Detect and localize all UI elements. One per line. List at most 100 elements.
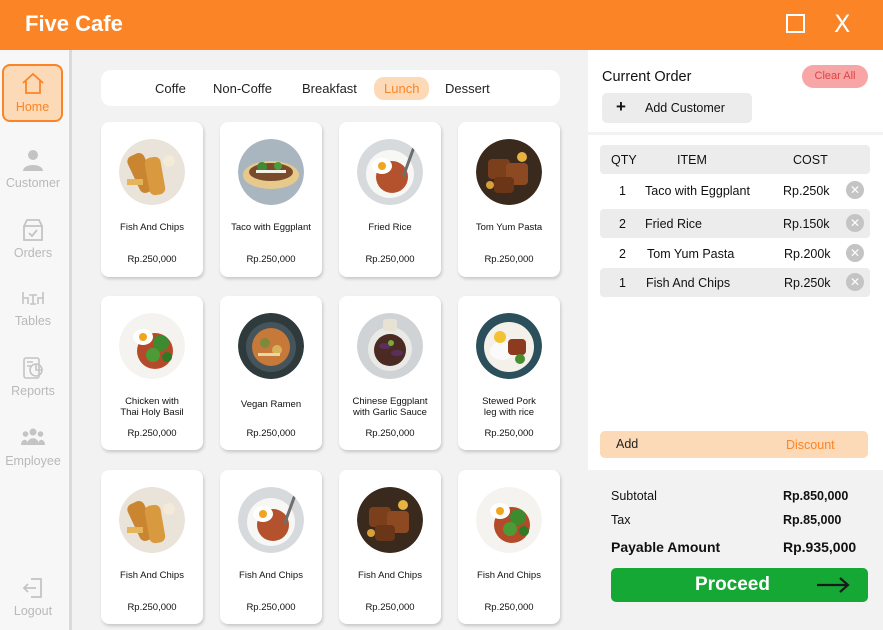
add-discount-bar: Add Discount <box>600 431 868 458</box>
sidebar-item-home[interactable]: Home <box>2 64 63 122</box>
item-name: Fish And Chips <box>477 570 541 581</box>
title-bar: Five Cafe X <box>0 0 883 50</box>
food-image <box>119 313 185 379</box>
sidebar-item-orders[interactable]: Orders <box>0 212 66 272</box>
tab-coffe[interactable]: Coffe <box>145 77 196 100</box>
menu-card[interactable]: Tom Yum Pasta Rp.250,000 <box>458 122 560 277</box>
food-image <box>238 487 304 553</box>
subtotal-value: Rp.850,000 <box>783 489 849 503</box>
order-item: Fried Rice <box>645 217 702 231</box>
food-image <box>476 487 542 553</box>
add-button[interactable]: Add <box>616 437 638 451</box>
remove-item-icon[interactable]: ✕ <box>846 214 864 232</box>
sidebar-item-tables[interactable]: Tables <box>0 280 66 340</box>
remove-item-icon[interactable]: ✕ <box>846 273 864 291</box>
item-price: Rp.250,000 <box>127 602 177 613</box>
tab-lunch[interactable]: Lunch <box>374 77 430 100</box>
add-customer-button[interactable]: + Add Customer <box>602 93 752 123</box>
food-image <box>476 139 542 205</box>
tab-breakfast[interactable]: Breakfast <box>292 77 367 100</box>
plus-icon: + <box>616 97 626 116</box>
menu-card[interactable]: Vegan Ramen Rp.250,000 <box>220 296 322 450</box>
item-name: Taco with Eggplant <box>231 222 311 233</box>
order-qty: 1 <box>619 184 626 198</box>
order-row: 2 Tom Yum Pasta Rp.200k ✕ <box>600 239 870 268</box>
item-name: Fish And Chips <box>120 570 184 581</box>
menu-card[interactable]: Fish And Chips Rp.250,000 <box>101 470 203 624</box>
item-price: Rp.250,000 <box>246 254 296 265</box>
category-tabs: Coffe Non-Coffe Breakfast Lunch Dessert <box>101 70 560 106</box>
item-name: Tom Yum Pasta <box>475 222 543 233</box>
item-name: Fish And Chips <box>358 570 422 581</box>
food-image <box>238 139 304 205</box>
tables-icon <box>22 292 44 305</box>
cost-header: COST <box>793 153 828 167</box>
item-name: Fish And Chips <box>239 570 303 581</box>
sidebar-item-label: Tables <box>14 314 52 328</box>
order-qty: 1 <box>619 276 626 290</box>
tax-value: Rp.85,000 <box>783 513 842 527</box>
user-icon <box>23 150 43 171</box>
menu-card[interactable]: Stewed Pork leg with rice Rp.250,000 <box>458 296 560 450</box>
sidebar-item-label: Reports <box>11 384 55 398</box>
subtotal-label: Subtotal <box>611 489 657 503</box>
menu-card[interactable]: Fish And Chips Rp.250,000 <box>458 470 560 624</box>
tax-label: Tax <box>611 513 631 527</box>
reports-icon <box>23 357 43 379</box>
tab-non-coffe[interactable]: Non-Coffe <box>203 77 282 100</box>
food-image <box>476 313 542 379</box>
sidebar-item-reports[interactable]: Reports <box>0 350 66 410</box>
menu-card[interactable]: Fried Rice Rp.250,000 <box>339 122 441 277</box>
employee-icon <box>21 428 45 445</box>
order-cost: Rp.150k <box>783 217 830 231</box>
logout-icon <box>22 578 42 598</box>
item-price: Rp.250,000 <box>484 428 534 439</box>
sidebar-item-employee[interactable]: Employee <box>0 420 66 480</box>
food-image <box>357 313 423 379</box>
sidebar: Home Customer Orders Tables Reports Empl… <box>0 50 72 630</box>
close-button[interactable]: X <box>834 10 850 38</box>
menu-card[interactable]: Fish And Chips Rp.250,000 <box>101 122 203 277</box>
arrow-right-icon <box>817 577 850 593</box>
menu-card[interactable]: Fish And Chips Rp.250,000 <box>220 470 322 624</box>
order-summary: Subtotal Rp.850,000 Tax Rp.85,000 Payabl… <box>588 470 883 630</box>
proceed-button[interactable]: Proceed <box>611 568 868 602</box>
qty-header: QTY <box>611 153 637 167</box>
order-item: Tom Yum Pasta <box>647 247 735 261</box>
food-image <box>357 139 423 205</box>
sidebar-item-customer[interactable]: Customer <box>0 142 66 202</box>
order-cost: Rp.250k <box>783 184 830 198</box>
order-list: QTY ITEM COST 1 Taco with Eggplant Rp.25… <box>588 135 883 470</box>
item-price: Rp.250,000 <box>246 428 296 439</box>
tab-dessert[interactable]: Dessert <box>435 77 500 100</box>
payable-value: Rp.935,000 <box>783 539 857 555</box>
remove-item-icon[interactable]: ✕ <box>846 244 864 262</box>
order-cost: Rp.250k <box>784 276 831 290</box>
sidebar-item-label: Logout <box>13 604 53 618</box>
sidebar-item-label: Orders <box>13 246 53 260</box>
discount-button[interactable]: Discount <box>786 438 835 452</box>
menu-card[interactable]: Fish And Chips Rp.250,000 <box>339 470 441 624</box>
sidebar-item-logout[interactable]: Logout <box>0 570 66 630</box>
item-price: Rp.250,000 <box>246 602 296 613</box>
order-row: 1 Taco with Eggplant Rp.250k ✕ <box>600 176 870 205</box>
menu-area: Coffe Non-Coffe Breakfast Lunch Dessert … <box>75 50 588 630</box>
clear-all-button[interactable]: Clear All <box>802 65 868 88</box>
item-price: Rp.250,000 <box>365 254 415 265</box>
add-customer-label: Add Customer <box>645 101 725 115</box>
item-name: Stewed Pork leg with rice <box>482 396 536 418</box>
menu-card[interactable]: Chinese Eggplant with Garlic Sauce Rp.250… <box>339 296 441 450</box>
food-image <box>357 487 423 553</box>
order-row: 1 Fish And Chips Rp.250k ✕ <box>600 268 870 297</box>
maximize-button[interactable] <box>786 14 805 33</box>
menu-card[interactable]: Taco with Eggplant Rp.250,000 <box>220 122 322 277</box>
proceed-label: Proceed <box>695 574 770 595</box>
food-image <box>238 313 304 379</box>
current-order-title: Current Order <box>602 69 692 85</box>
item-name: Chinese Eggplant with Garlic Sauce <box>352 396 428 418</box>
item-price: Rp.250,000 <box>484 602 534 613</box>
menu-card[interactable]: Chicken with Thai Holy Basil Rp.250,000 <box>101 296 203 450</box>
item-price: Rp.250,000 <box>127 254 177 265</box>
order-qty: 2 <box>619 247 626 261</box>
remove-item-icon[interactable]: ✕ <box>846 181 864 199</box>
